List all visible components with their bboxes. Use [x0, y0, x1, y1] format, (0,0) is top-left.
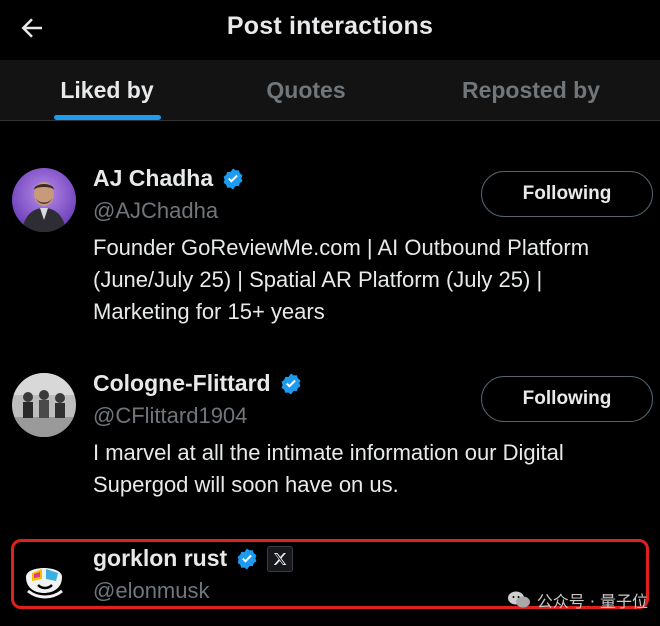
user-name-line: Cologne-Flittard: [93, 370, 303, 397]
avatar-image: [12, 373, 76, 437]
user-handle: @CFlittard1904: [93, 403, 248, 428]
tab-quotes[interactable]: Quotes: [232, 60, 380, 120]
following-button[interactable]: Following: [481, 376, 653, 422]
display-name[interactable]: AJ Chadha: [93, 165, 213, 192]
tab-bar: Liked by Quotes Reposted by: [0, 60, 660, 121]
avatar[interactable]: [12, 168, 76, 232]
bio-line: I marvel at all the intimate information…: [93, 440, 564, 465]
tab-reposted-by[interactable]: Reposted by: [440, 60, 622, 120]
page-title: Post interactions: [226, 12, 434, 40]
user-bio: Founder GoReviewMe.com | AI Outbound Pla…: [93, 232, 653, 328]
avatar-image: [12, 168, 76, 232]
user-bio: I marvel at all the intimate information…: [93, 437, 653, 501]
bio-line: Marketing for 15+ years: [93, 299, 325, 324]
verified-badge-icon: [281, 373, 300, 394]
avatar[interactable]: [12, 373, 76, 437]
watermark: 公众号 · 量子位: [507, 588, 648, 612]
wechat-icon: [507, 591, 530, 608]
following-button[interactable]: Following: [481, 171, 653, 217]
active-tab-indicator: [54, 115, 161, 120]
bio-line: Founder GoReviewMe.com | AI Outbound Pla…: [93, 235, 590, 260]
bio-line: Supergod will soon have on us.: [93, 472, 399, 497]
user-handle: @AJChadha: [93, 198, 219, 223]
tab-liked-by[interactable]: Liked by: [34, 60, 180, 120]
bio-line: (June/July 25) | Spatial AR Platform (Ju…: [93, 267, 543, 292]
header: Post interactions: [0, 0, 660, 60]
display-name[interactable]: Cologne-Flittard: [93, 370, 271, 397]
verified-badge-icon: [223, 168, 243, 189]
user-name-line: AJ Chadha: [93, 165, 245, 192]
watermark-text: 公众号 · 量子位: [536, 592, 648, 611]
